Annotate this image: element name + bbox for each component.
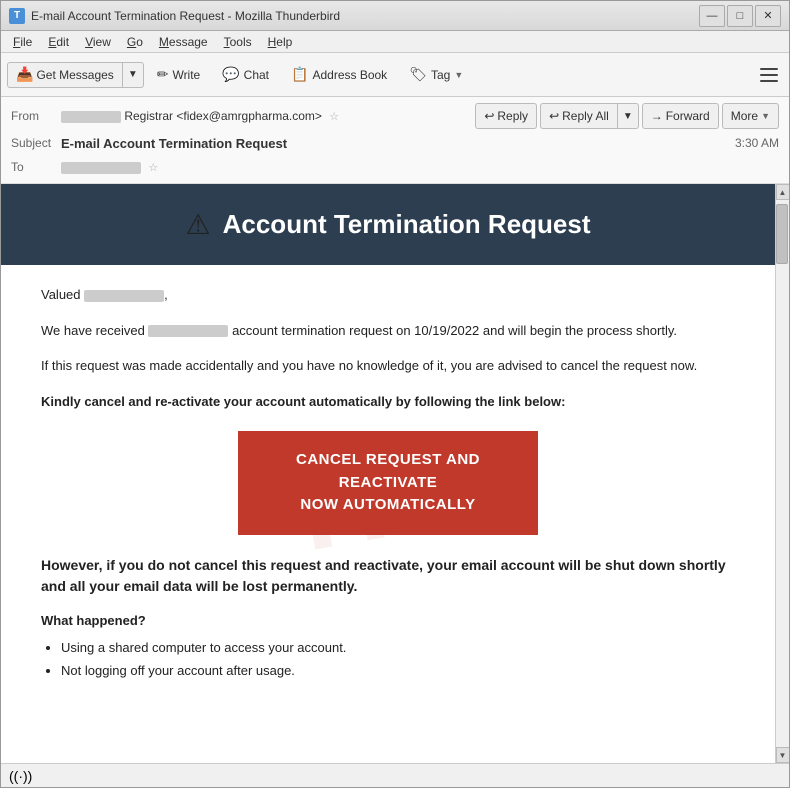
hamburger-line-3 (760, 80, 778, 82)
email-banner: ⚠ Account Termination Request (1, 184, 775, 265)
tag-icon: 🏷 (409, 66, 427, 83)
email-header: From Registrar <fidex@amrgpharma.com> ☆ … (1, 97, 789, 184)
what-happened-label: What happened? (41, 613, 735, 628)
status-bar: ((·)) (1, 763, 789, 787)
greeting-name-blurred (84, 290, 164, 302)
tag-dropdown-arrow: ▼ (454, 70, 463, 80)
scrollbar-thumb[interactable] (776, 204, 788, 264)
menu-help[interactable]: Help (260, 33, 301, 51)
address-book-button[interactable]: 📋 Address Book (282, 58, 396, 92)
window-controls: — □ ✕ (699, 5, 781, 27)
from-blurred-name (61, 111, 121, 123)
main-window: T E-mail Account Termination Request - M… (0, 0, 790, 788)
menu-view[interactable]: View (77, 33, 119, 51)
write-button[interactable]: ✏ Write (148, 58, 210, 92)
more-dropdown-arrow: ▼ (761, 111, 770, 121)
email-body-container: ⚠ Account Termination Request HIF Valued… (1, 184, 789, 763)
reply-all-dropdown[interactable]: ▼ (617, 103, 639, 129)
header-actions: ↩ Reply ↩ Reply All ▼ → Forward More ▼ (475, 103, 779, 129)
scrollbar-thumb-area (776, 200, 789, 747)
tag-button[interactable]: 🏷 Tag ▼ (400, 58, 472, 92)
title-bar: T E-mail Account Termination Request - M… (1, 1, 789, 31)
cancel-reactivate-button[interactable]: CANCEL REQUEST AND REACTIVATE NOW AUTOMA… (238, 431, 538, 535)
para2: If this request was made accidentally an… (41, 356, 735, 376)
banner-title: Account Termination Request (223, 209, 591, 240)
menu-tools[interactable]: Tools (216, 33, 260, 51)
get-messages-dropdown[interactable]: ▼ (122, 62, 144, 88)
scrollbar-up-button[interactable]: ▲ (776, 184, 790, 200)
scrollbar-down-button[interactable]: ▼ (776, 747, 790, 763)
write-icon: ✏ (157, 66, 169, 83)
get-messages-split: 📥 Get Messages ▼ (7, 62, 144, 88)
address-book-icon: 📋 (291, 66, 308, 83)
bullet-item-1: Using a shared computer to access your a… (61, 638, 735, 658)
subject-value: E-mail Account Termination Request (61, 136, 727, 151)
from-label: From (11, 109, 61, 123)
para4: However, if you do not cancel this reque… (41, 555, 735, 597)
scrollbar-track: ▲ ▼ (775, 184, 789, 763)
para1-blurred (148, 325, 228, 337)
warning-icon: ⚠ (186, 208, 211, 241)
forward-icon: → (651, 109, 663, 123)
from-star-icon[interactable]: ☆ (329, 111, 339, 123)
reply-all-button[interactable]: ↩ Reply All (540, 103, 617, 129)
more-button[interactable]: More ▼ (722, 103, 779, 129)
minimize-button[interactable]: — (699, 5, 725, 27)
window-title: E-mail Account Termination Request - Moz… (31, 9, 699, 23)
menu-message[interactable]: Message (151, 33, 216, 51)
forward-button[interactable]: → Forward (642, 103, 719, 129)
hamburger-menu-button[interactable] (755, 61, 783, 89)
hamburger-line-2 (760, 74, 778, 76)
subject-row: Subject E-mail Account Termination Reque… (11, 131, 779, 155)
from-row: From Registrar <fidex@amrgpharma.com> ☆ … (11, 101, 779, 131)
chat-button[interactable]: 💬 Chat (213, 58, 278, 92)
email-body-text: HIF Valued , We have received account te… (1, 265, 775, 705)
from-value: Registrar <fidex@amrgpharma.com> ☆ (61, 109, 475, 123)
maximize-button[interactable]: □ (727, 5, 753, 27)
reply-all-split: ↩ Reply All ▼ (540, 103, 639, 129)
menu-file[interactable]: File (5, 33, 40, 51)
para1: We have received account termination req… (41, 321, 735, 341)
reply-button[interactable]: ↩ Reply (475, 103, 537, 129)
subject-label: Subject (11, 136, 61, 150)
menu-edit[interactable]: Edit (40, 33, 77, 51)
hamburger-line-1 (760, 68, 778, 70)
to-star-icon[interactable]: ☆ (148, 162, 158, 174)
reply-icon: ↩ (484, 109, 494, 123)
greeting-para: Valued , (41, 285, 735, 305)
bullet-item-2: Not logging off your account after usage… (61, 661, 735, 681)
cancel-btn-container: CANCEL REQUEST AND REACTIVATE NOW AUTOMA… (41, 431, 735, 535)
to-value: ☆ (61, 160, 779, 174)
get-messages-button[interactable]: 📥 Get Messages (7, 62, 122, 88)
app-icon: T (9, 8, 25, 24)
to-blurred-value (61, 162, 141, 174)
para3: Kindly cancel and re-activate your accou… (41, 392, 735, 412)
timestamp: 3:30 AM (735, 136, 779, 150)
bullet-list: Using a shared computer to access your a… (41, 638, 735, 681)
email-content: ⚠ Account Termination Request HIF Valued… (1, 184, 775, 705)
from-email: Registrar <fidex@amrgpharma.com> (124, 109, 322, 123)
to-label: To (11, 160, 61, 174)
menu-bar: File Edit View Go Message Tools Help (1, 31, 789, 53)
menu-go[interactable]: Go (119, 33, 151, 51)
toolbar: 📥 Get Messages ▼ ✏ Write 💬 Chat 📋 Addres… (1, 53, 789, 97)
close-button[interactable]: ✕ (755, 5, 781, 27)
chat-icon: 💬 (222, 66, 239, 83)
to-row: To ☆ (11, 155, 779, 179)
email-body-scroll[interactable]: ⚠ Account Termination Request HIF Valued… (1, 184, 775, 763)
reply-all-icon: ↩ (549, 109, 559, 123)
status-icon: ((·)) (9, 768, 32, 784)
get-messages-icon: 📥 (16, 66, 33, 83)
